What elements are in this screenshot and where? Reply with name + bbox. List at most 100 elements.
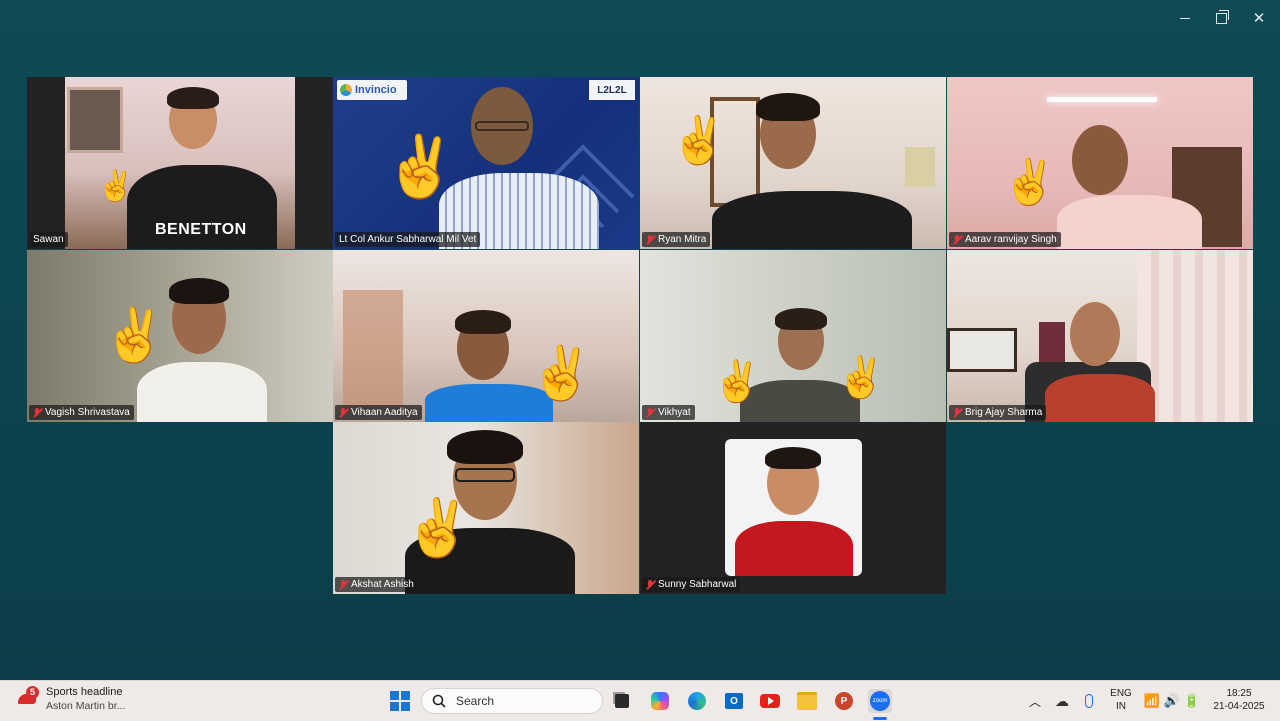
edge-icon xyxy=(688,692,706,710)
search-input[interactable] xyxy=(454,693,588,709)
onedrive-button[interactable]: ☁ xyxy=(1050,689,1074,713)
participant-hair xyxy=(167,87,219,109)
victory-hand-icon: ✌ xyxy=(1002,158,1057,207)
sports-news-icon: 5 xyxy=(18,686,40,710)
participant-name-tag: Sawan xyxy=(29,232,68,247)
ceiling-light xyxy=(1047,97,1157,102)
participant-hair xyxy=(447,430,523,464)
participant-shirt xyxy=(712,191,912,249)
invincio-logo: Invincio xyxy=(337,80,407,100)
participant-hair xyxy=(756,93,820,121)
file-explorer-button[interactable] xyxy=(795,689,819,713)
microphone-icon xyxy=(1085,694,1093,708)
cloud-icon: ☁ xyxy=(1055,692,1069,709)
task-view-button[interactable] xyxy=(610,689,634,713)
participant-name-tag: Vagish Shrivastava xyxy=(29,405,134,420)
participant-name-tag: Ryan Mitra xyxy=(642,232,711,247)
restore-icon xyxy=(1215,9,1229,24)
search-icon xyxy=(432,694,446,708)
window-frame xyxy=(67,87,123,153)
outlook-icon: O xyxy=(725,693,743,709)
victory-hand-icon: ✌ xyxy=(670,114,728,166)
video-tile-ajay[interactable]: Brig Ajay Sharma xyxy=(947,250,1253,422)
speaker-icon: 🔊 xyxy=(1163,693,1181,708)
wifi-icon: 📶 xyxy=(1143,693,1161,708)
news-title: Sports headline xyxy=(46,686,123,698)
video-tile-akshat[interactable]: ✌ Akshat Ashish xyxy=(333,422,639,594)
participant-hair xyxy=(455,310,511,334)
participant-name-tag: Vikhyat xyxy=(642,405,695,420)
powerpoint-icon: P xyxy=(835,692,853,710)
switch-board xyxy=(905,147,935,187)
powerpoint-button[interactable]: P xyxy=(832,689,856,713)
news-badge: 5 xyxy=(26,686,39,699)
video-tile-sunny[interactable]: Sunny Sabharwal xyxy=(640,422,946,594)
taskbar-search[interactable] xyxy=(421,688,603,714)
video-tile-ankur[interactable]: Invincio L2L2L ✌ Lt Col Ankur Sabharwal … xyxy=(333,77,639,249)
copilot-button[interactable] xyxy=(648,689,672,713)
task-view-icon xyxy=(615,694,629,708)
show-hidden-icons-button[interactable]: ︿ xyxy=(1023,689,1047,713)
participant-name-tag: Aarav ranvijay Singh xyxy=(949,232,1061,247)
close-button[interactable]: ✕ xyxy=(1242,6,1276,30)
restore-button[interactable] xyxy=(1204,6,1238,30)
victory-hand-icon: ✌ xyxy=(712,360,762,404)
start-button[interactable] xyxy=(388,689,412,713)
clock[interactable]: 18:25 21-04-2025 xyxy=(1208,687,1270,713)
video-tile-ryan[interactable]: ✌ Ryan Mitra xyxy=(640,77,946,249)
victory-hand-icon: ✌ xyxy=(383,133,458,200)
folder-icon xyxy=(797,692,817,710)
edge-button[interactable] xyxy=(685,689,709,713)
participant-face xyxy=(1070,302,1120,366)
minimize-icon xyxy=(1180,17,1190,19)
door-background xyxy=(343,290,403,410)
profile-picture xyxy=(725,439,862,576)
news-subtitle: Aston Martin br... xyxy=(46,700,126,712)
victory-hand-icon: ✌ xyxy=(529,345,594,403)
microphone-button[interactable] xyxy=(1077,689,1101,713)
outlook-button[interactable]: O xyxy=(722,689,746,713)
video-tile-vikhyat[interactable]: ✌ ✌ Vikhyat xyxy=(640,250,946,422)
participant-face xyxy=(1072,125,1128,195)
victory-hand-icon: ✌ xyxy=(97,170,135,203)
mic-muted-icon xyxy=(953,234,962,245)
participant-hair xyxy=(775,308,827,330)
participant-name-tag: Sunny Sabharwal xyxy=(642,577,741,592)
copilot-icon xyxy=(651,692,669,710)
victory-hand-icon: ✌ xyxy=(102,307,167,365)
participant-hair xyxy=(169,278,229,304)
windows-icon xyxy=(390,691,410,711)
mic-muted-icon xyxy=(646,579,655,590)
zoom-icon: zoom xyxy=(870,691,890,711)
mic-muted-icon xyxy=(646,407,655,418)
mic-muted-icon xyxy=(339,579,348,590)
video-tile-vagish[interactable]: ✌ Vagish Shrivastava xyxy=(27,250,333,422)
mic-muted-icon xyxy=(646,234,655,245)
wall-frame xyxy=(947,328,1017,372)
glasses xyxy=(455,468,515,482)
taskbar: 5 Sports headline Aston Martin br... O xyxy=(0,680,1280,721)
battery-icon: 🔋 xyxy=(1183,693,1201,708)
minimize-button[interactable] xyxy=(1168,6,1202,30)
participant-name-tag: Vihaan Aaditya xyxy=(335,405,422,420)
video-tile-aarav[interactable]: ✌ Aarav ranvijay Singh xyxy=(947,77,1253,249)
video-tile-vihaan[interactable]: ✌ Vihaan Aaditya xyxy=(333,250,639,422)
youtube-button[interactable] xyxy=(758,689,782,713)
l2l2l-logo: L2L2L xyxy=(589,80,635,100)
mic-muted-icon xyxy=(339,407,348,418)
participant-name-tag: Brig Ajay Sharma xyxy=(949,405,1047,420)
participant-name-tag: Lt Col Ankur Sabharwal Mil Vet xyxy=(335,232,481,247)
battery-button[interactable]: 🔋 xyxy=(1180,689,1204,713)
language-indicator[interactable]: ENG IN xyxy=(1104,687,1138,713)
news-widget[interactable]: 5 Sports headline Aston Martin br... xyxy=(18,686,125,712)
victory-hand-icon: ✌ xyxy=(836,356,886,400)
participant-name-tag: Akshat Ashish xyxy=(335,577,418,592)
participant-shirt xyxy=(1045,374,1155,422)
participant-shirt xyxy=(1057,195,1202,249)
video-tile-sawan[interactable]: BENETTON ✌ Sawan xyxy=(27,77,333,249)
mic-muted-icon xyxy=(33,407,42,418)
participant-shirt xyxy=(137,362,267,422)
youtube-icon xyxy=(760,694,780,708)
shirt-logo: BENETTON xyxy=(155,221,247,238)
zoom-button[interactable]: zoom xyxy=(868,689,892,713)
